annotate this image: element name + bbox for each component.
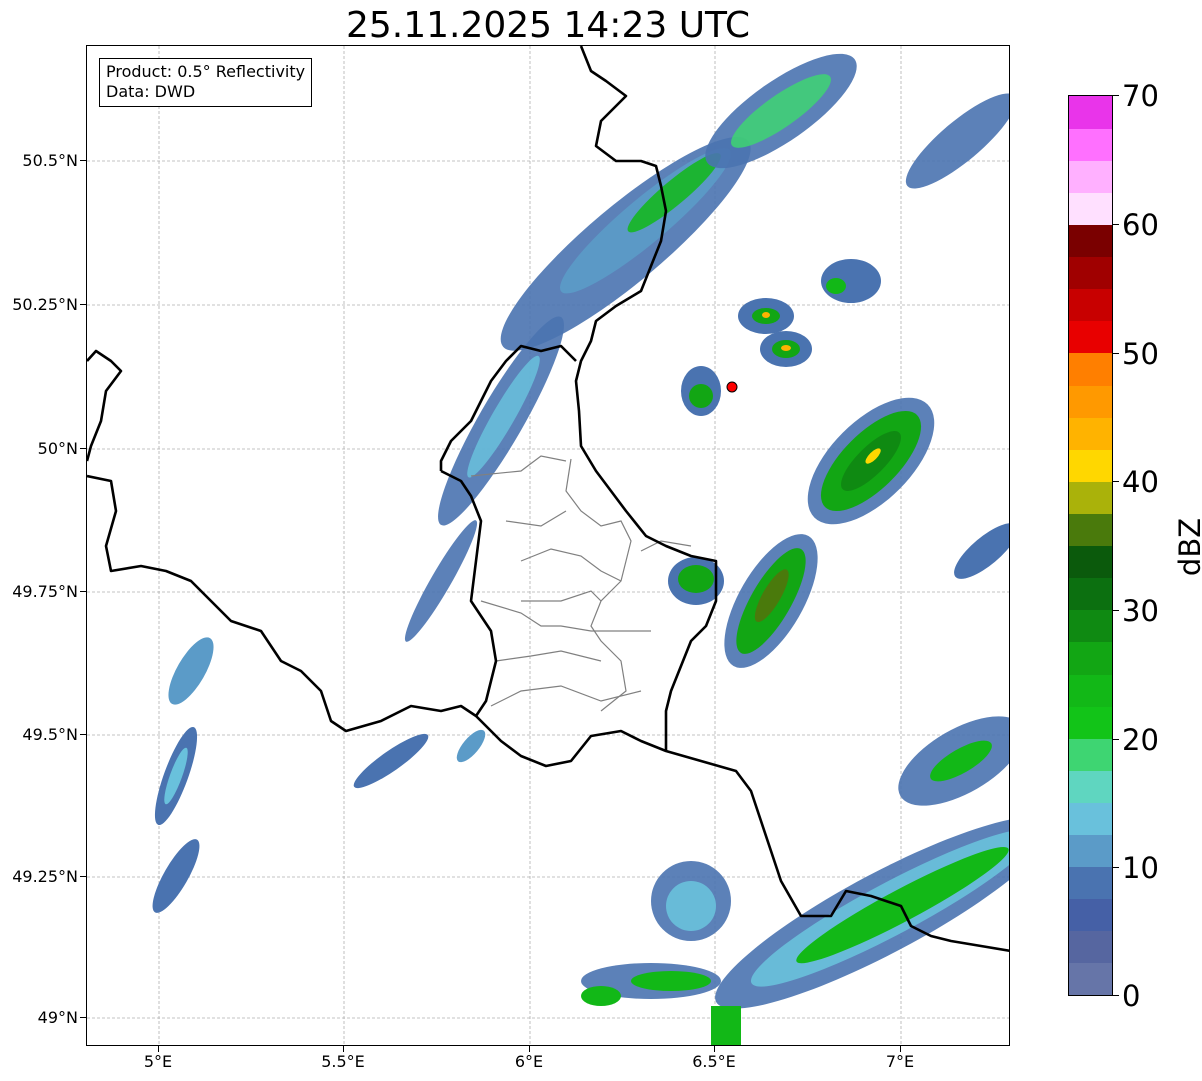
lat-label: 49.75°N xyxy=(12,582,78,601)
radar-map[interactable]: Product: 0.5° Reflectivity Data: DWD xyxy=(86,45,1010,1046)
colorbar-title: dBZ xyxy=(1173,517,1202,577)
lat-label: 50°N xyxy=(37,439,78,458)
product-label: Product: 0.5° Reflectivity xyxy=(106,62,306,81)
lat-label: 50.5°N xyxy=(22,151,78,170)
colorbar-segment xyxy=(1069,320,1112,354)
map-title: 25.11.2025 14:23 UTC xyxy=(345,5,751,46)
colorbar-segment xyxy=(1069,962,1112,995)
colorbar-segment xyxy=(1069,128,1112,161)
colorbar-segment xyxy=(1069,352,1112,386)
colorbar-label: 70 xyxy=(1122,79,1159,113)
echo-cluster-small xyxy=(404,520,478,642)
lat-label: 49.5°N xyxy=(22,725,78,744)
colorbar-segment xyxy=(1069,866,1112,900)
lon-label: 6°E xyxy=(514,1052,544,1071)
lon-tick xyxy=(714,1046,715,1052)
colorbar-segment xyxy=(1069,96,1112,129)
colorbar-label: 50 xyxy=(1122,337,1159,371)
map-canvas xyxy=(87,46,1009,1045)
lat-label: 49.25°N xyxy=(12,867,78,886)
radar-site-marker xyxy=(726,381,738,393)
colorbar-segment xyxy=(1069,481,1112,514)
info-box: Product: 0.5° Reflectivity Data: DWD xyxy=(99,58,313,107)
colorbar-segment xyxy=(1069,609,1112,643)
colorbar-tick xyxy=(1113,610,1119,611)
colorbar-tick xyxy=(1113,481,1119,482)
colorbar-segment xyxy=(1069,738,1112,771)
data-source-label: Data: DWD xyxy=(106,82,196,101)
colorbar-segment xyxy=(1069,930,1112,964)
colorbar-tick xyxy=(1113,739,1119,740)
colorbar-segment xyxy=(1069,513,1112,547)
echo-cluster-northeast xyxy=(705,53,857,169)
colorbar-label: 0 xyxy=(1122,979,1141,1013)
colorbar-segment xyxy=(1069,224,1112,258)
colorbar-segment xyxy=(1069,802,1112,836)
lon-tick xyxy=(529,1046,530,1052)
radar-echoes xyxy=(152,53,1009,1045)
colorbar-tick xyxy=(1113,95,1119,96)
lon-label: 7°E xyxy=(885,1052,915,1071)
echo-cluster-southeast-band xyxy=(715,816,1009,1009)
echo-cluster-west-strips xyxy=(152,637,486,913)
colorbar-tick xyxy=(1113,867,1119,868)
colorbar-label: 40 xyxy=(1122,465,1159,499)
colorbar-label: 10 xyxy=(1122,851,1159,885)
colorbar-segment xyxy=(1069,384,1112,418)
colorbar-tick xyxy=(1113,995,1119,996)
lon-tick xyxy=(158,1046,159,1052)
colorbar-label: 30 xyxy=(1122,594,1159,628)
admin-borders xyxy=(470,455,692,712)
lon-tick xyxy=(343,1046,344,1052)
colorbar xyxy=(1068,95,1113,996)
colorbar-segment xyxy=(1069,288,1112,322)
colorbar-tick xyxy=(1113,353,1119,354)
colorbar-segment xyxy=(1069,545,1112,579)
colorbar-segment xyxy=(1069,673,1112,707)
lon-tick xyxy=(900,1046,901,1052)
colorbar-segment xyxy=(1069,898,1112,932)
colorbar-segment xyxy=(1069,834,1112,868)
lon-label: 6.5°E xyxy=(692,1052,736,1071)
colorbar-tick xyxy=(1113,224,1119,225)
colorbar-segment xyxy=(1069,770,1112,803)
colorbar-segment xyxy=(1069,160,1112,193)
echo-cluster-central-storm xyxy=(724,534,818,668)
lat-label: 50.25°N xyxy=(12,295,78,314)
colorbar-segment xyxy=(1069,706,1112,739)
colorbar-segment xyxy=(1069,417,1112,450)
lon-label: 5.5°E xyxy=(321,1052,365,1071)
echo-cluster-east-storm xyxy=(807,397,935,525)
colorbar-segment xyxy=(1069,641,1112,675)
echo-cluster-mid1 xyxy=(681,259,881,416)
echo-cluster-far-east xyxy=(954,523,1009,579)
lat-label: 49°N xyxy=(37,1008,78,1027)
colorbar-segment xyxy=(1069,449,1112,482)
echo-cluster-se2 xyxy=(898,716,1009,806)
lon-label: 5°E xyxy=(143,1052,173,1071)
echo-cluster-ne2 xyxy=(905,93,1009,189)
colorbar-segment xyxy=(1069,577,1112,611)
colorbar-label: 20 xyxy=(1122,723,1159,757)
colorbar-label: 60 xyxy=(1122,208,1159,242)
colorbar-segment xyxy=(1069,192,1112,226)
colorbar-segment xyxy=(1069,256,1112,290)
